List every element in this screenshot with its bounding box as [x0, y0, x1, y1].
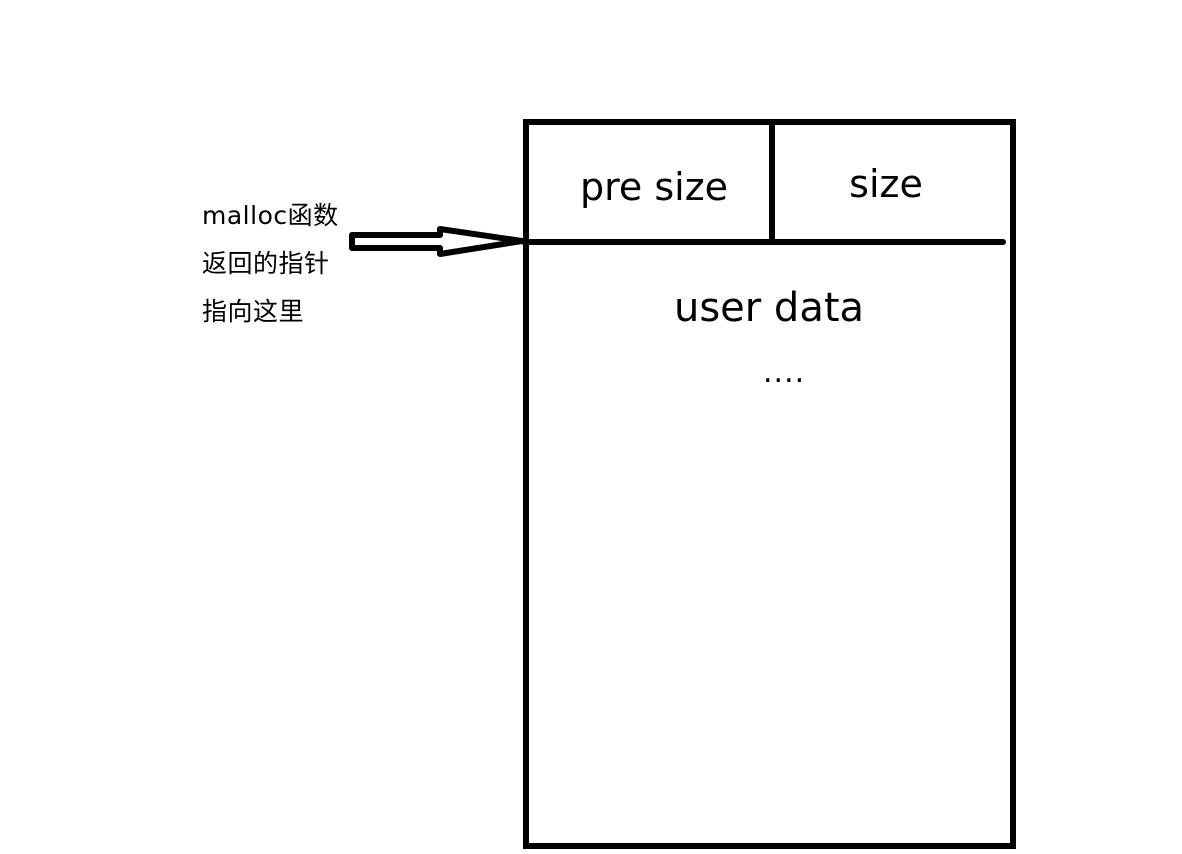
- annotation-line-1: malloc函数: [202, 201, 339, 230]
- malloc-chunk-diagram: [349, 119, 1016, 849]
- pre-size-label: pre size: [579, 165, 729, 209]
- user-data-label: user data: [673, 285, 865, 331]
- annotation-line-3: 指向这里: [202, 297, 305, 326]
- size-label: size: [849, 162, 923, 206]
- pointer-arrow: [349, 226, 525, 257]
- pointer-annotation: malloc函数 返回的指针 指向这里: [202, 192, 339, 336]
- annotation-line-2: 返回的指针: [202, 249, 330, 278]
- ellipsis-label: ....: [763, 355, 806, 390]
